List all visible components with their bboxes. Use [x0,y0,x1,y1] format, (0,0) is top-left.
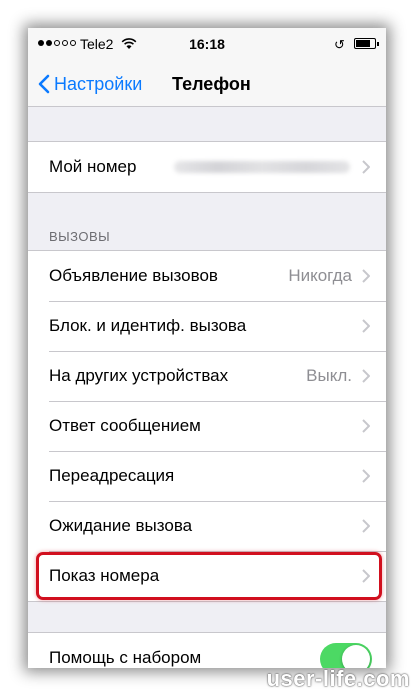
my-number-group: Мой номер [28,141,386,193]
chevron-right-icon [362,269,370,283]
list-item-label: Блок. и идентиф. вызова [49,316,247,335]
dial-assist-toggle[interactable] [320,643,372,668]
call-announce-row[interactable]: Объявление вызовов Никогда [28,251,386,301]
watermark: user-life.com [266,666,410,691]
dial-assist-group: Помощь с набором [28,632,386,668]
status-time: 16:18 [189,36,225,52]
back-button[interactable]: Настройки [38,62,142,106]
highlight-annotation [36,552,382,600]
call-forwarding-row[interactable]: Переадресация [28,451,386,501]
list-item-label: На других устройствах [49,366,229,385]
call-blocking-row[interactable]: Блок. и идентиф. вызова [28,301,386,351]
other-devices-row[interactable]: На других устройствах Выкл. [28,351,386,401]
my-number-label: Мой номер [49,157,137,176]
calls-group: Объявление вызовов Никогда Блок. и идент… [28,250,386,602]
rotation-lock-icon: ↺ [334,37,345,52]
list-item-label: Ответ сообщением [49,416,201,435]
list-item-value: Выкл. [306,366,352,385]
status-bar: Tele2 16:18 ↺ [28,28,386,62]
my-number-row[interactable]: Мой номер [28,142,386,192]
back-button-label: Настройки [54,73,143,94]
dial-assist-row: Помощь с набором [28,633,386,668]
page-title: Телефон [172,74,251,94]
phone-screen: Tele2 16:18 ↺ Настройки Телефон Мой номе… [28,28,386,668]
chevron-left-icon [38,74,50,94]
respond-with-text-row[interactable]: Ответ сообщением [28,401,386,451]
chevron-right-icon [362,160,370,174]
phone-number-redacted [174,161,350,173]
chevron-right-icon [362,369,370,383]
chevron-right-icon [362,469,370,483]
navigation-bar: Настройки Телефон [28,62,386,107]
list-item-value: Никогда [288,266,352,285]
chevron-right-icon [362,319,370,333]
list-item-label: Ожидание вызова [49,516,193,535]
list-item-label: Помощь с набором [49,648,202,667]
list-item-label: Объявление вызовов [49,266,218,285]
calls-section-header: ВЫЗОВЫ [49,229,111,244]
call-waiting-row[interactable]: Ожидание вызова [28,501,386,551]
chevron-right-icon [362,519,370,533]
battery-icon [354,38,379,49]
list-item-label: Переадресация [49,466,175,485]
chevron-right-icon [362,419,370,433]
